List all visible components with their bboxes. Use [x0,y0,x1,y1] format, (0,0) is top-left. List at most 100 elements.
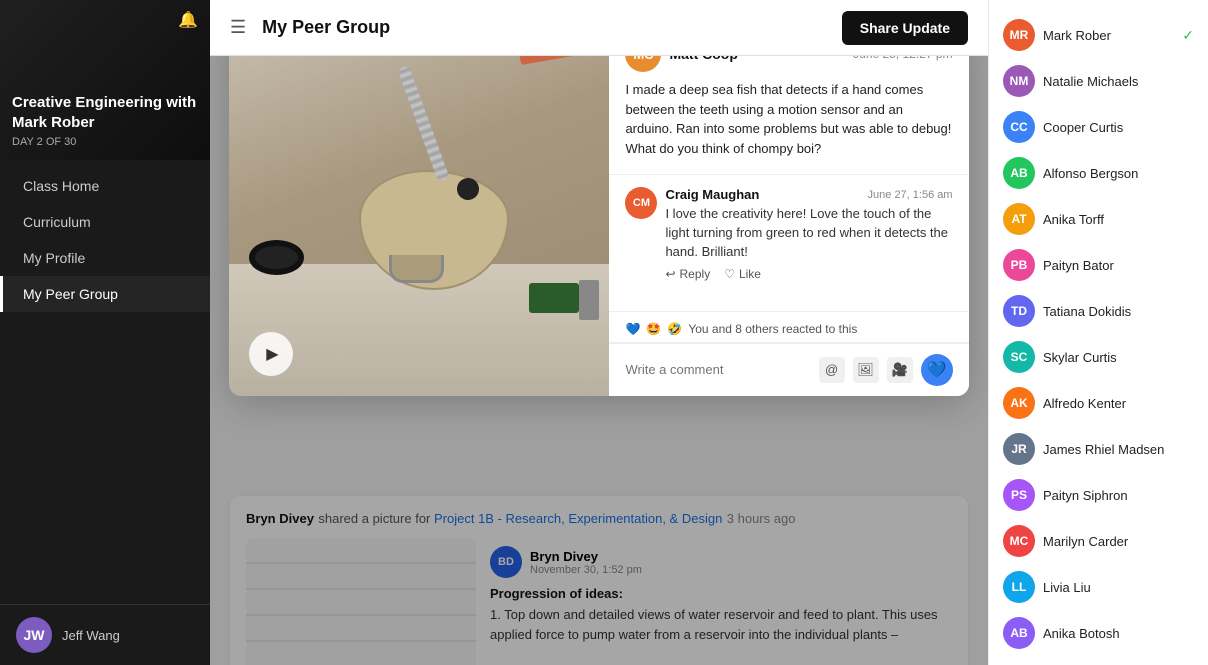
sidebar-nav: Class Home Curriculum My Profile My Peer… [0,160,210,604]
reaction-emoji-3: 🤣 [667,322,682,336]
member-name: Alfredo Kenter [1043,396,1126,411]
hamburger-icon[interactable]: ☰ [230,17,246,38]
reply-button[interactable]: ↩ Reply [665,267,710,281]
heart-emoji: 💙 [625,322,640,336]
right-panel-member[interactable]: TD Tatiana Dokidis [989,288,1208,334]
right-panel-member[interactable]: ABAlfonso Bergson [989,150,1208,196]
right-panel-member[interactable]: NMNatalie Michaels [989,58,1208,104]
page-title: My Peer Group [262,17,390,38]
reactions-row: 💙 🤩 🤣 You and 8 others reacted to this [609,316,968,343]
like-icon: ♡ [724,267,735,281]
right-panel-member[interactable]: MRMark Rober✓ [989,12,1208,58]
sidebar-course-progress: DAY 2 OF 30 [12,136,198,148]
post-author-row: MC Matt Coop June 25, 12:27 pm [625,56,952,72]
notification-bell-icon[interactable]: 🔔 [178,10,198,30]
user-name: Jeff Wang [62,628,120,643]
member-avatar: SC [1003,341,1035,373]
right-panel-member[interactable]: AK Alfredo Kenter [989,380,1208,426]
like-button[interactable]: ♡ Like [724,267,761,281]
member-name: Cooper Curtis [1043,120,1123,135]
sidebar-item-class-home[interactable]: Class Home [0,168,210,204]
main-header: ☰ My Peer Group Share Update [210,0,988,56]
sidebar-item-label: Class Home [23,178,99,194]
modal-overlay[interactable]: MC Matt Coop June 25, 12:27 pm I made a … [210,56,988,665]
member-avatar: TD [1003,295,1035,327]
react-heart-button[interactable]: 💙 [921,354,953,386]
right-panel-member[interactable]: AB Anika Botosh [989,610,1208,656]
right-panel-member[interactable]: SC Skylar Curtis [989,334,1208,380]
right-panel-member[interactable]: CC Cooper Curtis [989,104,1208,150]
sidebar-item-my-peer-group[interactable]: My Peer Group [0,276,210,312]
member-avatar: AK [1003,387,1035,419]
post-author-info: MC Matt Coop [625,56,737,72]
reply-icon: ↩ [665,267,675,281]
post-detail: MC Matt Coop June 25, 12:27 pm I made a … [609,56,968,175]
comment-item: CM Craig Maughan June 27, 1:56 am I love… [625,187,952,281]
member-name: Anika Torff [1043,212,1104,227]
image-upload-icon[interactable]: 🖼 [853,357,879,383]
right-panel: MRMark Rober✓NMNatalie Michaels CC Cooper … [988,0,1208,665]
member-avatar: AB [1003,617,1035,649]
reactions-text: You and 8 others reacted to this [688,322,857,336]
comments-section: CM Craig Maughan June 27, 1:56 am I love… [609,175,968,307]
member-avatar: PS [1003,479,1035,511]
member-name: Paityn Siphron [1043,488,1128,503]
modal-post-content: MC Matt Coop June 25, 12:27 pm I made a … [609,56,968,396]
verified-checkmark-icon: ✓ [1182,27,1194,44]
member-avatar: NM [1003,65,1035,97]
member-avatar: PB [1003,249,1035,281]
sidebar-hero: Creative Engineering with Mark Rober DAY… [0,0,210,160]
comment-actions: ↩ Reply ♡ Like [665,267,952,281]
member-avatar: CC [1003,111,1035,143]
sidebar-hero-text: Creative Engineering with Mark Rober DAY… [12,93,198,148]
member-name: James Rhiel Madsen [1043,442,1164,457]
comment-body: Craig Maughan June 27, 1:56 am I love th… [665,187,952,281]
member-avatar: LL [1003,571,1035,603]
sidebar-course-title: Creative Engineering with Mark Rober [12,93,198,132]
comment-author-row: Craig Maughan June 27, 1:56 am [665,187,952,202]
reaction-emoji-2: 🤩 [646,322,661,336]
member-name: Paityn Bator [1043,258,1114,273]
member-name: Tatiana Dokidis [1043,304,1131,319]
member-avatar: AB [1003,157,1035,189]
right-panel-member[interactable]: LL Livia Liu [989,564,1208,610]
sidebar-item-curriculum[interactable]: Curriculum [0,204,210,240]
post-text: I made a deep sea fish that detects if a… [625,80,952,158]
video-upload-icon[interactable]: 🎥 [887,357,913,383]
comment-input[interactable] [625,362,810,377]
main-content: ☰ My Peer Group Share Update [210,0,988,665]
commenter-avatar: CM [625,187,657,219]
member-name: Anika Botosh [1043,626,1120,641]
member-avatar: MC [1003,525,1035,557]
member-name: Marilyn Carder [1043,534,1128,549]
header-left: ☰ My Peer Group [230,17,390,38]
comment-text: I love the creativity here! Love the tou… [665,205,952,262]
member-avatar: MR [1003,19,1035,51]
sidebar-item-label: My Peer Group [23,286,118,302]
sidebar-item-label: My Profile [23,250,85,266]
right-panel-member[interactable]: JR James Rhiel Madsen [989,426,1208,472]
sidebar: Creative Engineering with Mark Rober DAY… [0,0,210,665]
right-panel-member[interactable]: AT Anika Torff [989,196,1208,242]
mention-icon[interactable]: @ [819,357,845,383]
member-name: Livia Liu [1043,580,1091,595]
right-panel-member[interactable]: MC Marilyn Carder [989,518,1208,564]
main-body: MC Matt Coop June 25, 12:27 pm I made a … [210,56,988,665]
member-name: Skylar Curtis [1043,350,1117,365]
post-media [229,56,609,396]
comment-timestamp: June 27, 1:56 am [868,189,953,201]
play-button[interactable] [249,332,293,376]
post-modal: MC Matt Coop June 25, 12:27 pm I made a … [229,56,968,396]
post-timestamp: June 25, 12:27 pm [853,56,952,61]
right-panel-member[interactable]: PS Paityn Siphron [989,472,1208,518]
comment-input-area: @ 🖼 🎥 💙 [609,343,968,396]
sidebar-item-my-profile[interactable]: My Profile [0,240,210,276]
sidebar-item-label: Curriculum [23,214,91,230]
member-avatar: JR [1003,433,1035,465]
share-update-button[interactable]: Share Update [842,11,968,45]
member-avatar: AT [1003,203,1035,235]
post-author-avatar: MC [625,56,661,72]
right-panel-member[interactable]: PB Paityn Bator [989,242,1208,288]
sidebar-footer: JW Jeff Wang [0,604,210,665]
post-author-name: Matt Coop [669,56,737,62]
